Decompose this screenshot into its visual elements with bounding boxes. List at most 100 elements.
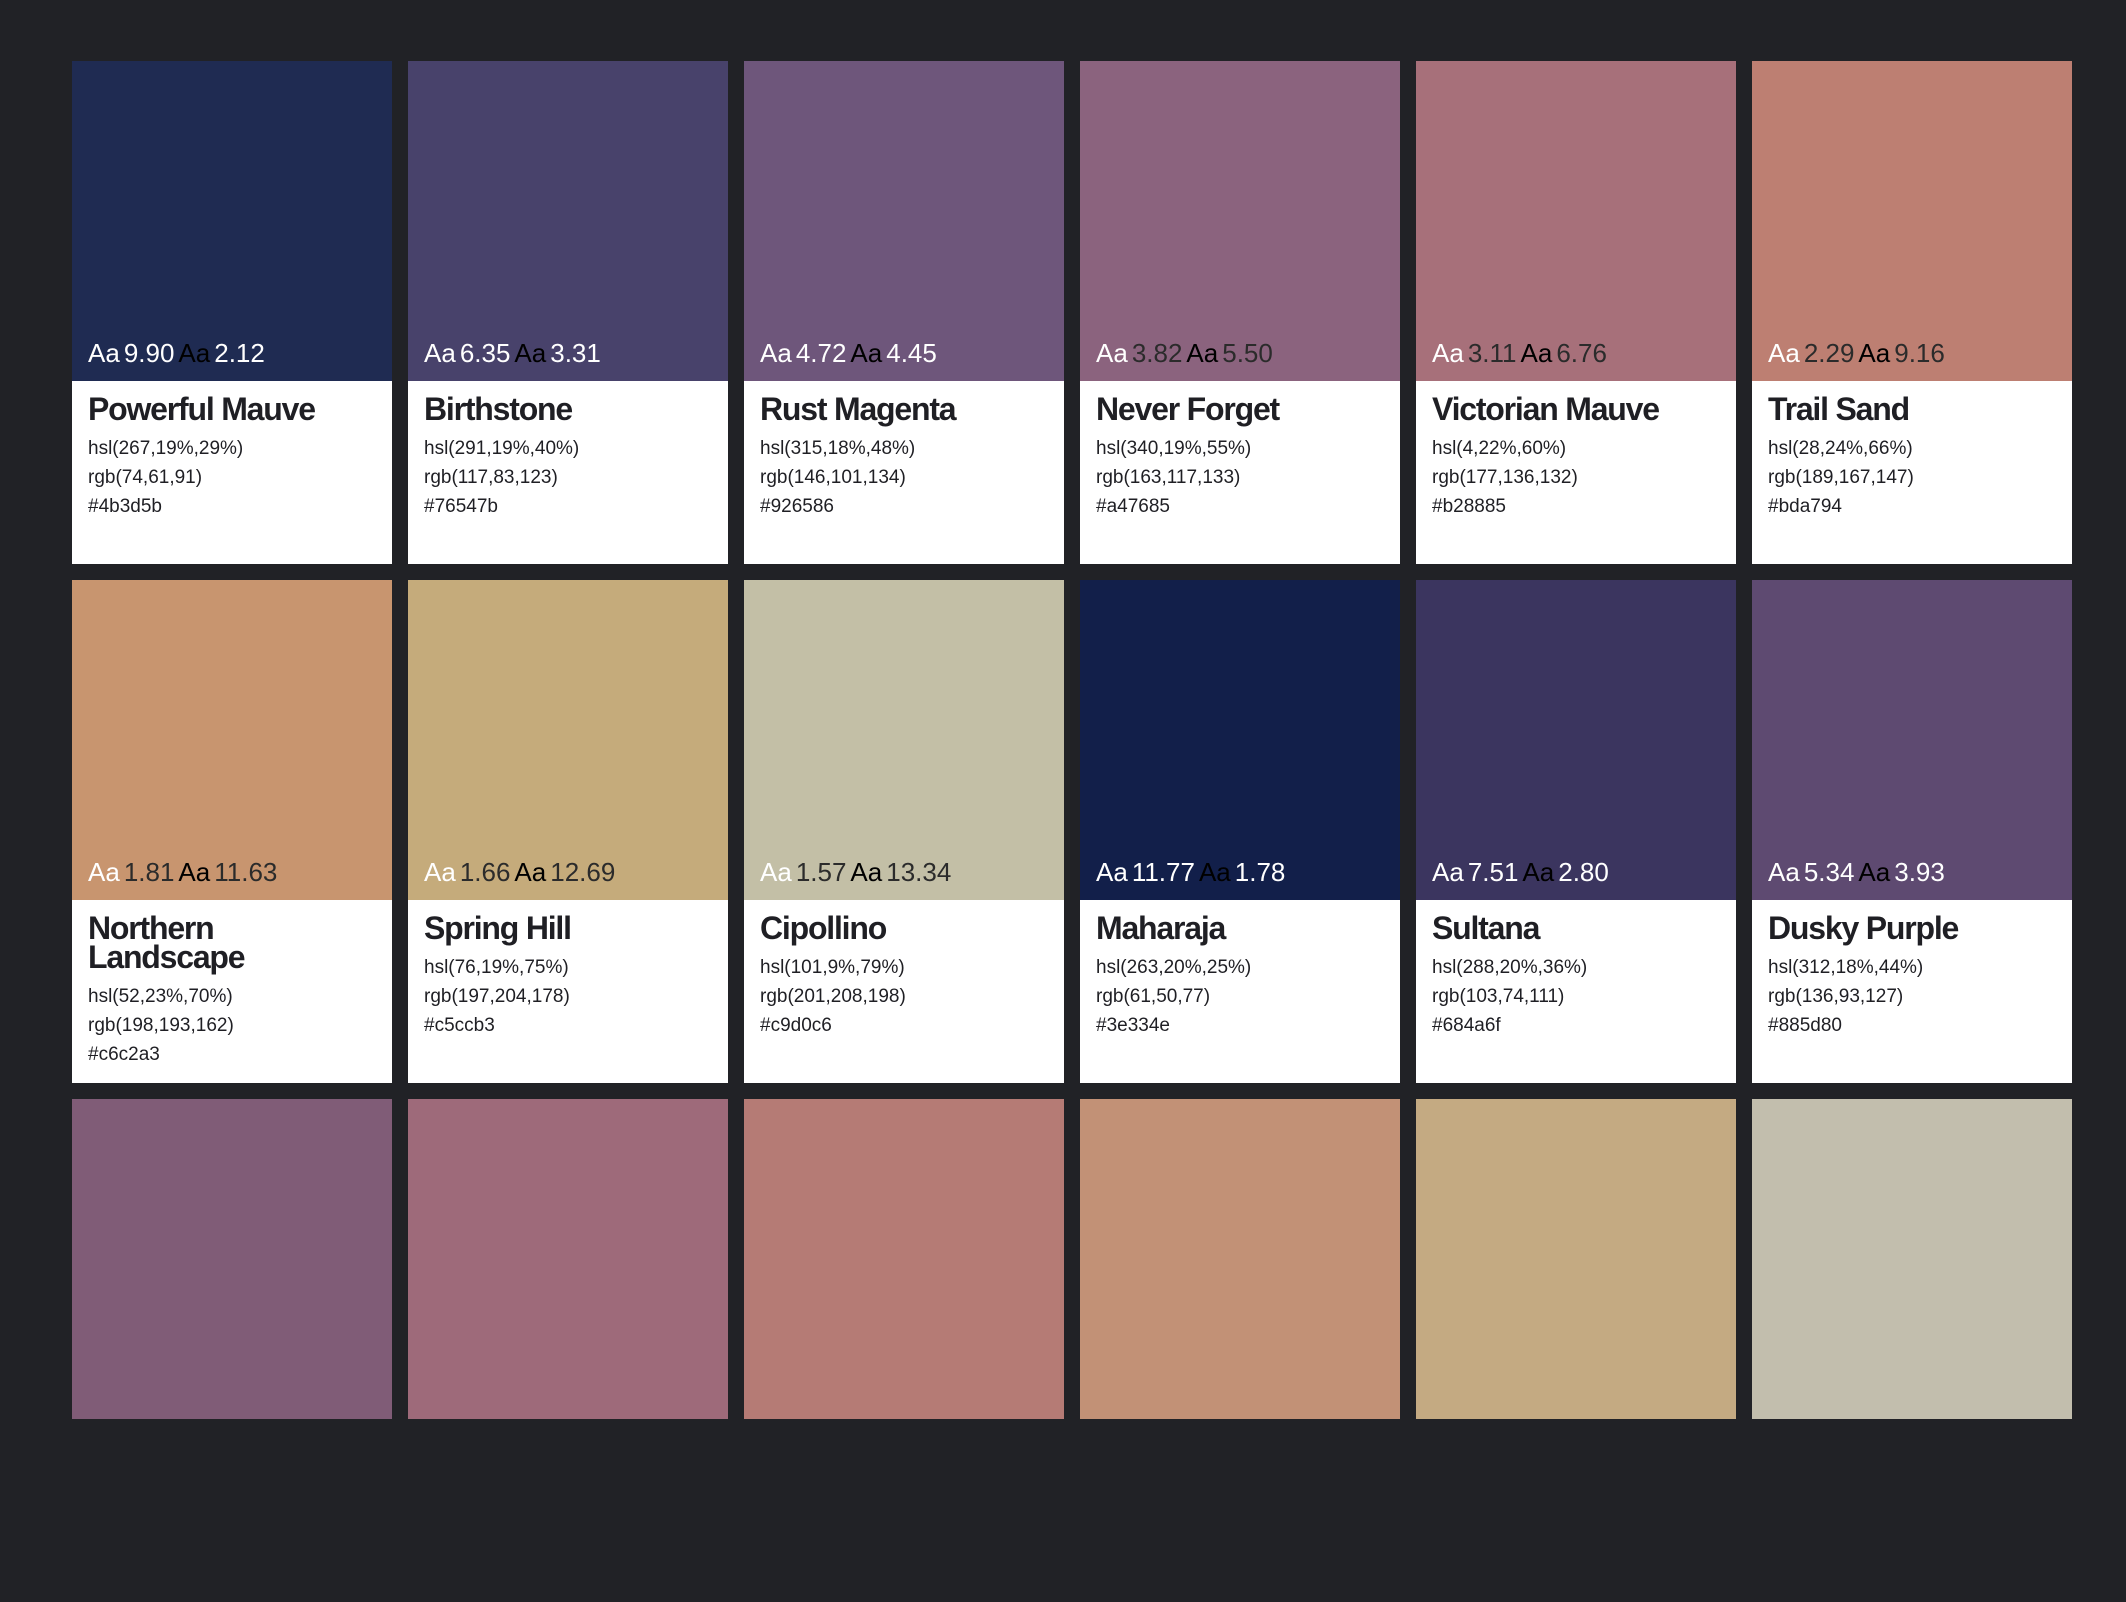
color-hsl-value[interactable]: hsl(52,23%,70%): [88, 982, 376, 1011]
color-name: Never Forget: [1096, 391, 1280, 427]
color-card[interactable]: Aa 9.90 Aa 2.12 Powerful Mauve hsl(267,19%,29…: [72, 61, 392, 564]
color-rgb-value[interactable]: rgb(163,117,133): [1096, 463, 1384, 492]
color-swatch[interactable]: Aa 4.72 Aa 4.45: [744, 61, 1064, 381]
color-hsl-value[interactable]: hsl(312,18%,44%): [1768, 953, 2056, 982]
color-swatch[interactable]: [408, 1099, 728, 1419]
color-card[interactable]: Aa 7.51 Aa 2.80 Sultana hsl(288,20%,36%) rgb(1…: [1416, 580, 1736, 1083]
color-hex-value[interactable]: #c5ccb3: [424, 1011, 712, 1040]
color-hsl-value[interactable]: hsl(340,19%,55%): [1096, 434, 1384, 463]
white-text-sample: Aa: [1432, 857, 1464, 887]
color-hsl-value[interactable]: hsl(288,20%,36%): [1432, 953, 1720, 982]
color-hex-value[interactable]: #926586: [760, 492, 1048, 521]
color-swatch[interactable]: Aa 2.29 Aa 9.16: [1752, 61, 2072, 381]
color-swatch[interactable]: Aa 7.51 Aa 2.80: [1416, 580, 1736, 900]
color-swatch[interactable]: [744, 1099, 1064, 1419]
white-contrast-ratio: 5.34: [1803, 857, 1855, 887]
color-card[interactable]: [1080, 1099, 1400, 1602]
color-swatch[interactable]: Aa 11.77 Aa 1.78: [1080, 580, 1400, 900]
color-hex-value[interactable]: #a47685: [1096, 492, 1384, 521]
color-swatch[interactable]: Aa 1.57 Aa 13.34: [744, 580, 1064, 900]
color-rgb-value[interactable]: rgb(201,208,198): [760, 982, 1048, 1011]
black-text-sample: Aa: [850, 857, 883, 887]
color-card[interactable]: Aa 6.35 Aa 3.31 Birthstone hsl(291,19%,40%) rg…: [408, 61, 728, 564]
color-rgb-value[interactable]: rgb(74,61,91): [88, 463, 376, 492]
color-hsl-value[interactable]: hsl(4,22%,60%): [1432, 434, 1720, 463]
color-swatch[interactable]: [72, 1099, 392, 1419]
color-card[interactable]: Aa 1.66 Aa 12.69 Spring Hill hsl(76,19%,75%) r…: [408, 580, 728, 1083]
white-contrast-ratio: 1.66: [459, 857, 511, 887]
color-swatch[interactable]: Aa 3.82 Aa 5.50: [1080, 61, 1400, 381]
color-name: Rust Magenta: [760, 391, 957, 427]
white-contrast-ratio: 9.90: [123, 338, 175, 368]
color-hex-value[interactable]: #bda794: [1768, 492, 2056, 521]
black-contrast-ratio: 4.45: [886, 338, 937, 368]
contrast-ratios: Aa 2.29 Aa 9.16: [1768, 338, 1949, 369]
color-hex-value[interactable]: #b28885: [1432, 492, 1720, 521]
color-hex-value[interactable]: #4b3d5b: [88, 492, 376, 521]
black-text-sample: Aa: [1186, 338, 1219, 368]
color-hex-value[interactable]: #3e334e: [1096, 1011, 1384, 1040]
color-rgb-value[interactable]: rgb(146,101,134): [760, 463, 1048, 492]
color-swatch[interactable]: [1416, 1099, 1736, 1419]
color-rgb-value[interactable]: rgb(189,167,147): [1768, 463, 2056, 492]
color-card[interactable]: [72, 1099, 392, 1602]
black-text-sample: Aa: [1858, 857, 1891, 887]
color-rgb-value[interactable]: rgb(197,204,178): [424, 982, 712, 1011]
color-hsl-value[interactable]: hsl(291,19%,40%): [424, 434, 712, 463]
white-text-sample: Aa: [424, 338, 456, 368]
white-text-sample: Aa: [424, 857, 456, 887]
color-rgb-value[interactable]: rgb(61,50,77): [1096, 982, 1384, 1011]
white-contrast-ratio: 4.72: [795, 338, 847, 368]
color-hsl-value[interactable]: hsl(28,24%,66%): [1768, 434, 2056, 463]
color-swatch[interactable]: Aa 6.35 Aa 3.31: [408, 61, 728, 381]
color-info: Maharaja hsl(263,20%,25%) rgb(61,50,77) #3e…: [1080, 900, 1400, 1083]
color-swatch[interactable]: Aa 1.66 Aa 12.69: [408, 580, 728, 900]
color-rgb-value[interactable]: rgb(103,74,111): [1432, 982, 1720, 1011]
black-contrast-ratio: 2.12: [214, 338, 265, 368]
contrast-ratios: Aa 11.77 Aa 1.78: [1096, 857, 1289, 888]
color-hex-value[interactable]: #885d80: [1768, 1011, 2056, 1040]
color-swatch[interactable]: Aa 5.34 Aa 3.93: [1752, 580, 2072, 900]
color-swatch[interactable]: [1752, 1099, 2072, 1419]
color-hex-value[interactable]: #684a6f: [1432, 1011, 1720, 1040]
black-text-sample: Aa: [850, 338, 883, 368]
color-hex-value[interactable]: #76547b: [424, 492, 712, 521]
black-text-sample: Aa: [514, 338, 547, 368]
color-hsl-value[interactable]: hsl(267,19%,29%): [88, 434, 376, 463]
color-rgb-value[interactable]: rgb(177,136,132): [1432, 463, 1720, 492]
color-card[interactable]: Aa 3.82 Aa 5.50 Never Forget hsl(340,19%,55%)…: [1080, 61, 1400, 564]
color-card[interactable]: [1416, 1099, 1736, 1602]
color-card[interactable]: Aa 1.81 Aa 11.63 Northern Landscape hsl(52,23…: [72, 580, 392, 1083]
color-swatch[interactable]: Aa 1.81 Aa 11.63: [72, 580, 392, 900]
color-info: Victorian Mauve hsl(4,22%,60%) rgb(177,136…: [1416, 381, 1736, 564]
color-rgb-value[interactable]: rgb(198,193,162): [88, 1011, 376, 1040]
color-swatch[interactable]: Aa 3.11 Aa 6.76: [1416, 61, 1736, 381]
color-card[interactable]: Aa 3.11 Aa 6.76 Victorian Mauve hsl(4,22%,60%…: [1416, 61, 1736, 564]
color-info: Powerful Mauve hsl(267,19%,29%) rgb(74,61,…: [72, 381, 392, 564]
color-card[interactable]: Aa 4.72 Aa 4.45 Rust Magenta hsl(315,18%,48%)…: [744, 61, 1064, 564]
contrast-ratios: Aa 1.57 Aa 13.34: [760, 857, 955, 888]
contrast-ratios: Aa 3.82 Aa 5.50: [1096, 338, 1277, 369]
color-card[interactable]: [1752, 1099, 2072, 1602]
black-contrast-ratio: 1.78: [1234, 857, 1286, 887]
color-swatch[interactable]: Aa 9.90 Aa 2.12: [72, 61, 392, 381]
color-swatch[interactable]: [1080, 1099, 1400, 1419]
color-hsl-value[interactable]: hsl(315,18%,48%): [760, 434, 1048, 463]
color-card[interactable]: Aa 5.34 Aa 3.93 Dusky Purple hsl(312,18%,44%)…: [1752, 580, 2072, 1083]
color-card[interactable]: [408, 1099, 728, 1602]
color-card[interactable]: Aa 1.57 Aa 13.34 Cipollino hsl(101,9%,79%) rgb…: [744, 580, 1064, 1083]
color-hsl-value[interactable]: hsl(263,20%,25%): [1096, 953, 1384, 982]
color-card[interactable]: Aa 2.29 Aa 9.16 Trail Sand hsl(28,24%,66%) rgb…: [1752, 61, 2072, 564]
black-contrast-ratio: 3.31: [550, 338, 601, 368]
color-card[interactable]: Aa 11.77 Aa 1.78 Maharaja hsl(263,20%,25%) rgb…: [1080, 580, 1400, 1083]
color-rgb-value[interactable]: rgb(117,83,123): [424, 463, 712, 492]
color-card[interactable]: [744, 1099, 1064, 1602]
color-hsl-value[interactable]: hsl(76,19%,75%): [424, 953, 712, 982]
color-hex-value[interactable]: #c6c2a3: [88, 1040, 376, 1069]
color-hsl-value[interactable]: hsl(101,9%,79%): [760, 953, 1048, 982]
color-rgb-value[interactable]: rgb(136,93,127): [1768, 982, 2056, 1011]
color-hex-value[interactable]: #c9d0c6: [760, 1011, 1048, 1040]
black-text-sample: Aa: [1520, 338, 1553, 368]
color-info: Trail Sand hsl(28,24%,66%) rgb(189,167,147…: [1752, 381, 2072, 564]
black-text-sample: Aa: [178, 857, 211, 887]
